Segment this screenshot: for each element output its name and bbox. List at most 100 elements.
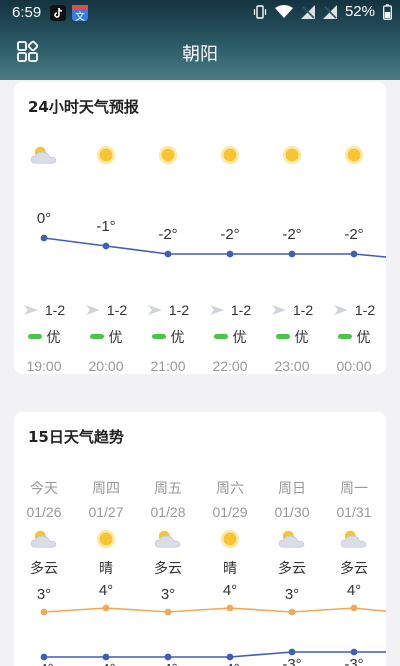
daily-high-line-point bbox=[350, 604, 358, 612]
status-time: 6:59 bbox=[12, 4, 42, 21]
daily-high-label: 3° bbox=[284, 586, 300, 603]
daily-low-label: -4° bbox=[199, 661, 261, 666]
daily-condition: 多云 bbox=[278, 561, 306, 577]
hourly-time: 23:00 bbox=[274, 358, 310, 374]
aqi-level-bar bbox=[89, 334, 104, 339]
sun-icon bbox=[199, 144, 261, 170]
aqi-level-bar bbox=[27, 334, 42, 339]
daily-high-label: 3° bbox=[36, 586, 52, 603]
hourly-wind: 1-2 bbox=[199, 302, 261, 318]
wifi-icon bbox=[274, 4, 293, 19]
daily-low-line-point bbox=[164, 653, 172, 661]
daily-trend-card: 15日天气趋势 今天01/26多云3°-4°周四01/27晴4°-4°周五01/… bbox=[14, 412, 386, 666]
daily-weekday[interactable]: 周五 bbox=[137, 478, 199, 498]
hourly-aqi-label: 优 bbox=[294, 330, 309, 346]
hourly-temp-line-point bbox=[40, 234, 48, 242]
daily-condition: 晴 bbox=[99, 561, 113, 577]
daily-low-line-point bbox=[40, 653, 48, 661]
hourly-aqi-label: 优 bbox=[232, 330, 247, 346]
daily-date: 01/27 bbox=[88, 504, 124, 520]
tiktok-icon bbox=[50, 5, 66, 21]
daily-low-label: -3° bbox=[344, 656, 364, 666]
aqi-level-bar bbox=[151, 334, 166, 339]
hourly-wind: 1-2 bbox=[75, 302, 137, 318]
daily-low-label: -3° bbox=[282, 656, 302, 666]
sun-icon bbox=[199, 528, 261, 554]
hourly-wind-level: 1-2 bbox=[168, 302, 190, 318]
hourly-temp-line-point bbox=[288, 250, 296, 258]
daily-condition: 多云 bbox=[30, 561, 58, 577]
sun-icon bbox=[137, 144, 199, 170]
hourly-temp-label: -2° bbox=[344, 226, 364, 243]
hourly-wind-level: 1-2 bbox=[106, 302, 128, 318]
hourly-temp-line-point bbox=[226, 250, 234, 258]
daily-weekday[interactable]: 今天 bbox=[14, 478, 75, 498]
daily-high-line bbox=[43, 607, 386, 613]
wind-direction-icon bbox=[333, 305, 348, 315]
hourly-time: 00:00 bbox=[336, 358, 372, 374]
battery-icon bbox=[383, 3, 392, 20]
hourly-temp-label: 0° bbox=[36, 210, 52, 227]
svg-text:文: 文 bbox=[75, 10, 85, 21]
hourly-aqi-label: 优 bbox=[170, 330, 185, 346]
hourly-wind-level: 1-2 bbox=[354, 302, 376, 318]
daily-low-line-point bbox=[350, 648, 358, 656]
daily-weekday[interactable]: 周六 bbox=[199, 478, 261, 498]
daily-low-line-point bbox=[226, 653, 234, 661]
daily-high-line-point bbox=[40, 608, 48, 616]
hourly-temp-line-point bbox=[102, 242, 110, 250]
hourly-aqi-label: 优 bbox=[108, 330, 123, 346]
daily-weekday[interactable]: 周一 bbox=[323, 478, 385, 498]
daily-condition: 多云 bbox=[154, 561, 182, 577]
city-title: 朝阳 bbox=[182, 44, 218, 65]
partly-cloudy-icon bbox=[14, 144, 75, 170]
wind-direction-icon bbox=[209, 305, 224, 315]
hourly-time: 20:00 bbox=[88, 358, 124, 374]
hourly-time: 19:00 bbox=[26, 358, 62, 374]
partly-cloudy-icon bbox=[261, 528, 323, 554]
daily-weekday[interactable]: 周日 bbox=[261, 478, 323, 498]
status-bar: 6:59 文 52% bbox=[0, 0, 400, 26]
hourly-temp-label: -2° bbox=[282, 226, 302, 243]
hourly-aqi: 优 bbox=[14, 327, 75, 347]
hourly-time: 22:00 bbox=[212, 358, 248, 374]
hourly-wind: 1-2 bbox=[14, 302, 75, 318]
aqi-level-bar bbox=[275, 334, 290, 339]
status-icons: 52% bbox=[253, 3, 392, 20]
hourly-aqi: 优 bbox=[75, 327, 137, 347]
wind-direction-icon bbox=[23, 305, 38, 315]
hourly-aqi-label: 优 bbox=[46, 330, 61, 346]
daily-low-label: -4° bbox=[75, 661, 137, 666]
daily-date: 01/29 bbox=[212, 504, 248, 520]
daily-date: 01/26 bbox=[26, 504, 62, 520]
vibrate-icon bbox=[253, 4, 267, 20]
daily-high-label: 4° bbox=[98, 582, 114, 599]
daily-high-line-point bbox=[226, 604, 234, 612]
partly-cloudy-icon bbox=[137, 528, 199, 554]
partly-cloudy-icon bbox=[323, 528, 385, 554]
hourly-aqi: 优 bbox=[323, 327, 385, 347]
hourly-forecast-card: 24小时天气预报 0° 1-2 优 19:00 -1° 1-2 优 20:00 -2° 1-2 优 2… bbox=[14, 82, 386, 374]
battery-percent: 52% bbox=[344, 3, 375, 20]
daily-weekday[interactable]: 周四 bbox=[75, 478, 137, 498]
daily-date: 01/30 bbox=[274, 504, 310, 520]
hourly-temp-line-point bbox=[350, 250, 358, 258]
hourly-wind: 1-2 bbox=[137, 302, 199, 318]
daily-high-label: 4° bbox=[346, 582, 362, 599]
hourly-aqi-label: 优 bbox=[356, 330, 371, 346]
sun-icon bbox=[261, 144, 323, 170]
translate-app-icon: 文 bbox=[72, 5, 88, 23]
signal-off-icon-2 bbox=[322, 4, 337, 19]
hourly-aqi: 优 bbox=[261, 327, 323, 347]
daily-condition: 多云 bbox=[340, 561, 368, 577]
daily-high-label: 4° bbox=[222, 582, 238, 599]
daily-high-line-point bbox=[102, 604, 110, 612]
daily-date: 01/28 bbox=[150, 504, 186, 520]
aqi-level-bar bbox=[213, 334, 228, 339]
hourly-wind-level: 1-2 bbox=[230, 302, 252, 318]
hourly-aqi: 优 bbox=[199, 327, 261, 347]
sun-icon bbox=[75, 144, 137, 170]
hourly-wind: 1-2 bbox=[323, 302, 385, 318]
hourly-temp-label: -1° bbox=[96, 218, 116, 235]
daily-low-line-point bbox=[288, 648, 296, 656]
